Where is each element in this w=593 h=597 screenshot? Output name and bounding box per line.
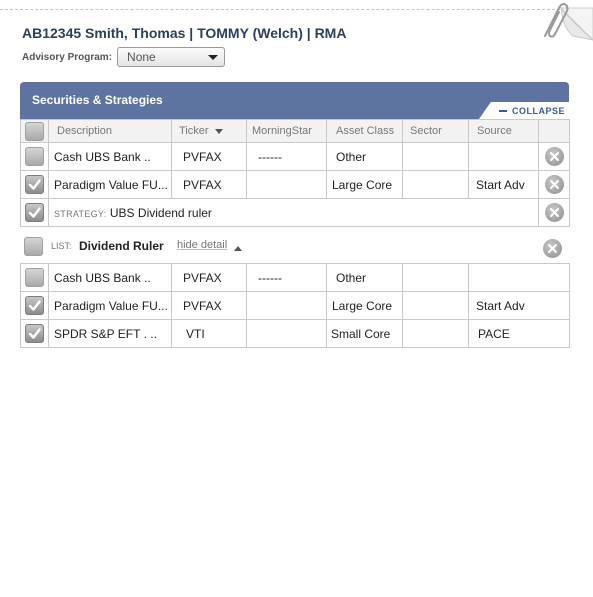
- source-cell: PACE: [468, 319, 570, 348]
- row-checkbox[interactable]: [25, 175, 44, 194]
- sector-cell: [402, 319, 469, 348]
- close-icon: [549, 208, 559, 217]
- morningstar-cell: [246, 170, 327, 199]
- list-checkbox[interactable]: [24, 237, 43, 256]
- checkmark-icon: [28, 300, 41, 311]
- checkmark-icon: [28, 179, 41, 190]
- column-header-ticker[interactable]: Ticker: [171, 119, 247, 143]
- table-header-row: Description Ticker MorningStar Asset Cla…: [20, 119, 570, 143]
- table-row: Paradigm Value FU... PVFAX Large Core St…: [20, 170, 570, 199]
- column-header-description[interactable]: Description: [48, 119, 172, 143]
- close-icon: [549, 152, 559, 161]
- asset-class-cell: Large Core: [326, 170, 403, 199]
- description-cell: Paradigm Value FU...: [48, 170, 172, 199]
- description-cell: SPDR S&P EFT . ..: [48, 319, 172, 348]
- collapse-button[interactable]: COLLAPSE: [489, 102, 569, 119]
- row-select-cell: [20, 291, 49, 320]
- sector-cell: [402, 263, 469, 292]
- advisory-program-label: Advisory Program:: [22, 51, 113, 63]
- row-select-cell: [20, 319, 49, 348]
- morningstar-cell: [246, 291, 327, 320]
- asset-class-cell: Large Core: [326, 291, 403, 320]
- sector-cell: [402, 291, 469, 320]
- column-header-morningstar[interactable]: MorningStar: [246, 119, 327, 143]
- close-icon: [549, 180, 559, 189]
- remove-strategy-button[interactable]: [544, 203, 564, 222]
- strategy-name: UBS Dividend ruler: [109, 205, 212, 220]
- description-cell: Paradigm Value FU...: [48, 291, 172, 320]
- remove-cell: [538, 198, 570, 227]
- source-cell: Start Adv: [468, 291, 570, 320]
- table-row: SPDR S&P EFT . .. VTI Small Core PACE: [20, 319, 570, 348]
- securities-table: Description Ticker MorningStar Asset Cla…: [20, 119, 570, 227]
- panel-title: Securities & Strategies: [32, 93, 163, 107]
- advisory-program-select[interactable]: None: [117, 47, 226, 67]
- minus-icon: [498, 109, 507, 112]
- close-icon: [548, 244, 557, 253]
- asset-class-cell: Other: [326, 142, 403, 171]
- morningstar-cell: [246, 319, 327, 348]
- column-header-asset-class[interactable]: Asset Class: [326, 119, 403, 143]
- table-row: Cash UBS Bank .. PVFAX ------ Other: [20, 263, 570, 292]
- sector-cell: [402, 170, 469, 199]
- row-checkbox[interactable]: [25, 324, 44, 343]
- page-curl-attachment[interactable]: [533, 0, 593, 44]
- table-row: Paradigm Value FU... PVFAX Large Core St…: [20, 291, 570, 320]
- row-select-cell: [20, 142, 49, 171]
- strategy-checkbox[interactable]: [25, 203, 44, 222]
- list-table: Cash UBS Bank .. PVFAX ------ Other Para…: [20, 263, 570, 348]
- list-header-row: LIST: Dividend Ruler hide detail: [20, 233, 569, 263]
- chevron-down-icon: [208, 54, 219, 60]
- column-header-source[interactable]: Source: [468, 119, 539, 143]
- remove-cell: [538, 142, 570, 171]
- remove-row-button[interactable]: [544, 147, 564, 166]
- row-checkbox[interactable]: [25, 147, 44, 166]
- strategy-prefix: STRATEGY:: [54, 208, 107, 219]
- remove-row-button[interactable]: [544, 175, 564, 194]
- description-cell: Cash UBS Bank ..: [48, 142, 172, 171]
- client-title: AB12345 Smith, Thomas | TOMMY (Welch) | …: [22, 25, 347, 41]
- hide-detail-link[interactable]: hide detail: [177, 239, 227, 251]
- table-row: Cash UBS Bank .. PVFAX ------ Other: [20, 142, 570, 171]
- asset-class-cell: Small Core: [326, 319, 403, 348]
- morningstar-cell: ------: [246, 263, 327, 292]
- row-select-cell: [20, 170, 49, 199]
- list-prefix: LIST:: [51, 241, 72, 251]
- ticker-cell: PVFAX: [171, 170, 247, 199]
- row-select-cell: [20, 198, 49, 227]
- sector-cell: [402, 142, 469, 171]
- column-header-actions: [538, 119, 570, 143]
- strategy-cell: STRATEGY: UBS Dividend ruler: [48, 198, 539, 227]
- source-cell: [468, 142, 539, 171]
- row-checkbox[interactable]: [25, 268, 44, 287]
- checkmark-icon: [28, 207, 41, 218]
- ticker-cell: PVFAX: [171, 263, 247, 292]
- asset-class-cell: Other: [326, 263, 403, 292]
- source-cell: [468, 263, 570, 292]
- checkmark-icon: [28, 328, 41, 339]
- morningstar-cell: ------: [246, 142, 327, 171]
- advisory-program-row: Advisory Program: None: [22, 46, 226, 68]
- paperclip-icon: [544, 3, 593, 41]
- remove-list-button[interactable]: [543, 239, 562, 258]
- collapse-label: COLLAPSE: [511, 105, 565, 116]
- column-header-sector[interactable]: Sector: [402, 119, 469, 143]
- page-top-divider: [0, 9, 560, 10]
- securities-panel-header: Securities & Strategies COLLAPSE: [20, 82, 569, 119]
- ticker-cell: PVFAX: [171, 291, 247, 320]
- row-select-cell: [20, 263, 49, 292]
- ticker-cell: PVFAX: [171, 142, 247, 171]
- remove-cell: [538, 170, 570, 199]
- list-name: Dividend Ruler: [79, 239, 164, 253]
- select-all-cell: [20, 119, 49, 143]
- row-checkbox[interactable]: [25, 296, 44, 315]
- advisory-program-value: None: [127, 50, 156, 64]
- ticker-cell: VTI: [171, 319, 247, 348]
- select-all-checkbox[interactable]: [25, 121, 44, 141]
- description-cell: Cash UBS Bank ..: [48, 263, 172, 292]
- source-cell: Start Adv: [468, 170, 539, 199]
- sort-down-icon: [214, 128, 223, 134]
- chevron-up-icon: [234, 246, 242, 251]
- strategy-row: STRATEGY: UBS Dividend ruler: [20, 198, 570, 227]
